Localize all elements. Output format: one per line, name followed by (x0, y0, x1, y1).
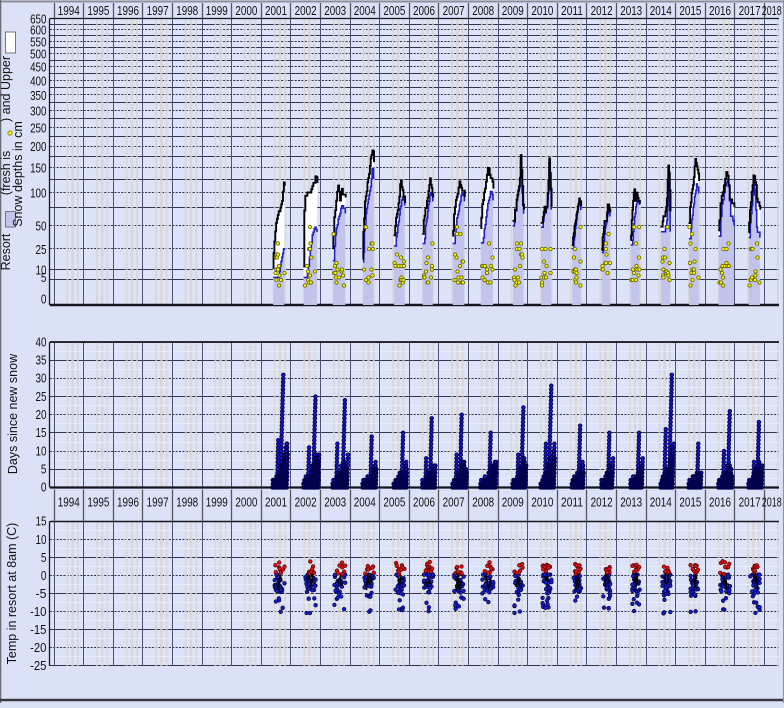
svg-text:2000: 2000 (235, 4, 257, 18)
svg-text:2016: 2016 (709, 496, 731, 510)
svg-text:1996: 1996 (117, 4, 139, 18)
svg-text:2000: 2000 (235, 496, 257, 510)
svg-text:2013: 2013 (620, 4, 642, 18)
svg-text:2009: 2009 (502, 4, 524, 18)
svg-text:5: 5 (41, 551, 47, 565)
svg-text:2001: 2001 (265, 4, 287, 18)
svg-text:10: 10 (36, 444, 47, 458)
svg-text:500: 500 (30, 48, 46, 62)
svg-text:25: 25 (36, 390, 47, 404)
svg-text:2005: 2005 (383, 4, 405, 18)
svg-text:2007: 2007 (443, 496, 465, 510)
svg-text:2005: 2005 (383, 496, 405, 510)
svg-text:1994: 1994 (58, 4, 80, 18)
svg-text:2015: 2015 (679, 4, 701, 18)
svg-text:2018: 2018 (762, 496, 782, 510)
svg-text:2012: 2012 (591, 496, 613, 510)
svg-text:2006: 2006 (413, 4, 435, 18)
svg-text:1999: 1999 (206, 496, 228, 510)
svg-text:1998: 1998 (176, 496, 198, 510)
svg-text:1995: 1995 (87, 496, 109, 510)
svg-text:2009: 2009 (502, 496, 524, 510)
svg-text:50: 50 (36, 220, 47, 234)
svg-text:Temp in resort at 8am (C): Temp in resort at 8am (C) (5, 523, 19, 665)
svg-text:5: 5 (41, 271, 47, 285)
svg-text:Resort: Resort (0, 233, 13, 270)
svg-text:1994: 1994 (58, 496, 80, 510)
svg-text:2017: 2017 (739, 4, 761, 18)
svg-text:20: 20 (36, 408, 47, 422)
svg-text:10: 10 (36, 533, 47, 547)
svg-text:2004: 2004 (354, 496, 376, 510)
svg-text:2010: 2010 (531, 496, 553, 510)
svg-text:40: 40 (36, 335, 47, 349)
svg-text:15: 15 (36, 426, 47, 440)
svg-text:300: 300 (30, 104, 46, 118)
svg-text:2017: 2017 (739, 496, 761, 510)
svg-text:5: 5 (41, 462, 47, 476)
svg-text:2011: 2011 (561, 4, 583, 18)
svg-text:Days since new snow: Days since new snow (6, 353, 20, 474)
svg-text:450: 450 (30, 61, 46, 75)
svg-text:1999: 1999 (206, 4, 228, 18)
svg-text:1995: 1995 (87, 4, 109, 18)
svg-text:2014: 2014 (650, 496, 672, 510)
svg-text:) and Upper: ) and Upper (0, 56, 13, 122)
svg-text:1997: 1997 (147, 496, 169, 510)
svg-text:2013: 2013 (620, 496, 642, 510)
svg-text:2008: 2008 (472, 4, 494, 18)
svg-text:2011: 2011 (561, 496, 583, 510)
svg-text:2002: 2002 (295, 4, 317, 18)
svg-text:100: 100 (30, 187, 46, 201)
svg-text:2001: 2001 (265, 496, 287, 510)
svg-text:2018: 2018 (762, 4, 782, 18)
svg-text:1996: 1996 (117, 496, 139, 510)
svg-text:15: 15 (36, 515, 47, 529)
svg-text:1997: 1997 (147, 4, 169, 18)
svg-text:2002: 2002 (295, 496, 317, 510)
svg-text:2008: 2008 (472, 496, 494, 510)
svg-text:-20: -20 (30, 641, 46, 655)
svg-text:2007: 2007 (443, 4, 465, 18)
svg-text:0: 0 (41, 292, 47, 306)
svg-text:150: 150 (30, 161, 46, 175)
svg-text:Snow depths in cm: Snow depths in cm (11, 121, 25, 227)
svg-text:2016: 2016 (709, 4, 731, 18)
svg-text:1998: 1998 (176, 4, 198, 18)
svg-text:-25: -25 (30, 659, 46, 673)
svg-text:-10: -10 (30, 605, 46, 619)
svg-text:400: 400 (30, 74, 46, 88)
svg-text:2014: 2014 (650, 4, 672, 18)
svg-text:0: 0 (41, 569, 47, 583)
svg-text:2012: 2012 (591, 4, 613, 18)
svg-text:250: 250 (30, 121, 46, 135)
svg-text:2006: 2006 (413, 496, 435, 510)
svg-text:25: 25 (36, 243, 47, 257)
svg-text:350: 350 (30, 89, 46, 103)
svg-text:35: 35 (36, 354, 47, 368)
svg-text:2004: 2004 (354, 4, 376, 18)
svg-text:0: 0 (41, 481, 47, 495)
svg-text:2010: 2010 (531, 4, 553, 18)
svg-text:-15: -15 (30, 623, 46, 637)
svg-text:2003: 2003 (324, 496, 346, 510)
svg-text:30: 30 (36, 372, 47, 386)
svg-text:2003: 2003 (324, 4, 346, 18)
svg-text:200: 200 (30, 140, 46, 154)
svg-text:2015: 2015 (679, 496, 701, 510)
svg-text:-5: -5 (36, 587, 47, 601)
